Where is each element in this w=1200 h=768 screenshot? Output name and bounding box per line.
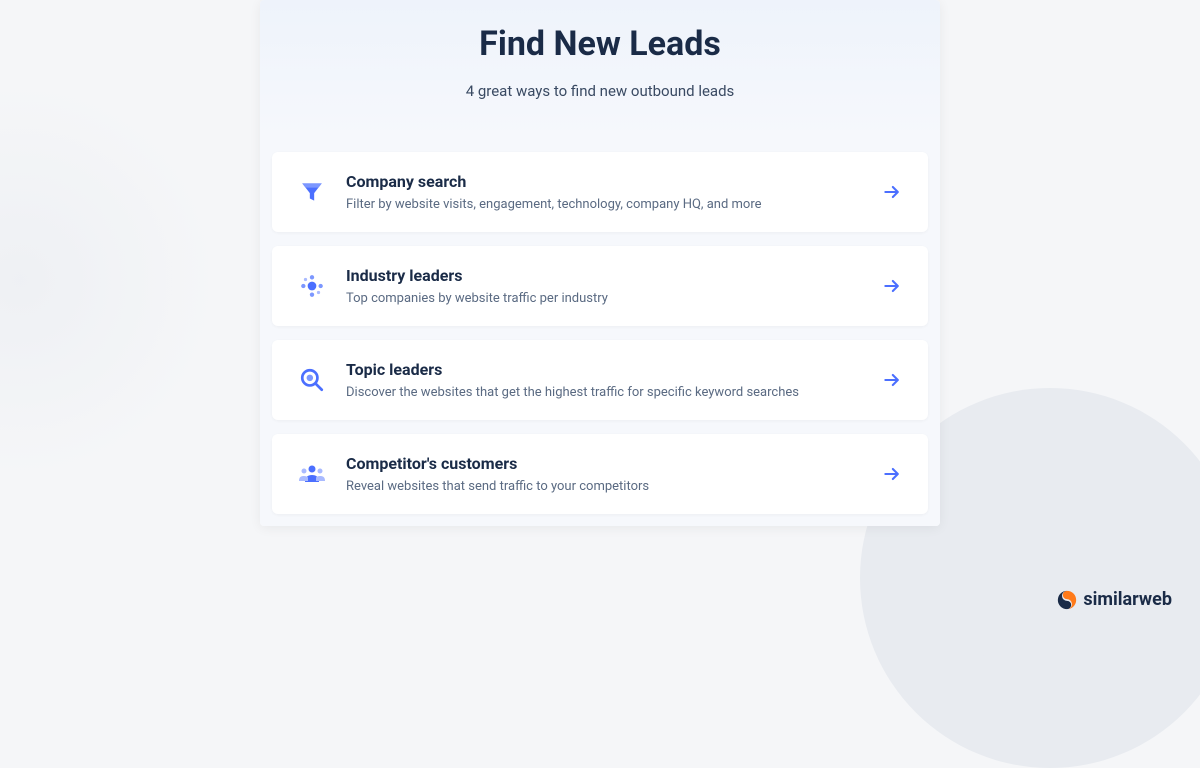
arrow-right-icon (880, 368, 904, 392)
people-icon (296, 458, 328, 490)
option-competitors-customers[interactable]: Competitor's customers Reveal websites t… (272, 434, 928, 514)
option-content: Industry leaders Top companies by websit… (346, 266, 862, 306)
option-title: Company search (346, 172, 862, 191)
option-title: Industry leaders (346, 266, 862, 285)
option-content: Topic leaders Discover the websites that… (346, 360, 862, 400)
brand-logo: similarweb (1057, 589, 1172, 610)
option-description: Reveal websites that send traffic to you… (346, 479, 862, 494)
option-description: Discover the websites that get the highe… (346, 385, 862, 400)
option-topic-leaders[interactable]: Topic leaders Discover the websites that… (272, 340, 928, 420)
option-title: Topic leaders (346, 360, 862, 379)
page-title: Find New Leads (290, 24, 910, 64)
funnel-icon (296, 176, 328, 208)
options-list: Company search Filter by website visits,… (260, 140, 940, 526)
option-title: Competitor's customers (346, 454, 862, 473)
brand-name: similarweb (1083, 589, 1172, 610)
option-company-search[interactable]: Company search Filter by website visits,… (272, 152, 928, 232)
background-decoration-left (0, 80, 220, 480)
arrow-right-icon (880, 462, 904, 486)
page-subtitle: 4 great ways to find new outbound leads (290, 82, 910, 100)
nodes-icon (296, 270, 328, 302)
arrow-right-icon (880, 274, 904, 298)
option-industry-leaders[interactable]: Industry leaders Top companies by websit… (272, 246, 928, 326)
arrow-right-icon (880, 180, 904, 204)
find-leads-panel: Find New Leads 4 great ways to find new … (260, 0, 940, 526)
option-description: Filter by website visits, engagement, te… (346, 197, 862, 212)
option-content: Competitor's customers Reveal websites t… (346, 454, 862, 494)
similarweb-icon (1057, 590, 1077, 610)
option-content: Company search Filter by website visits,… (346, 172, 862, 212)
option-description: Top companies by website traffic per ind… (346, 291, 862, 306)
magnifier-icon (296, 364, 328, 396)
panel-header: Find New Leads 4 great ways to find new … (260, 0, 940, 140)
